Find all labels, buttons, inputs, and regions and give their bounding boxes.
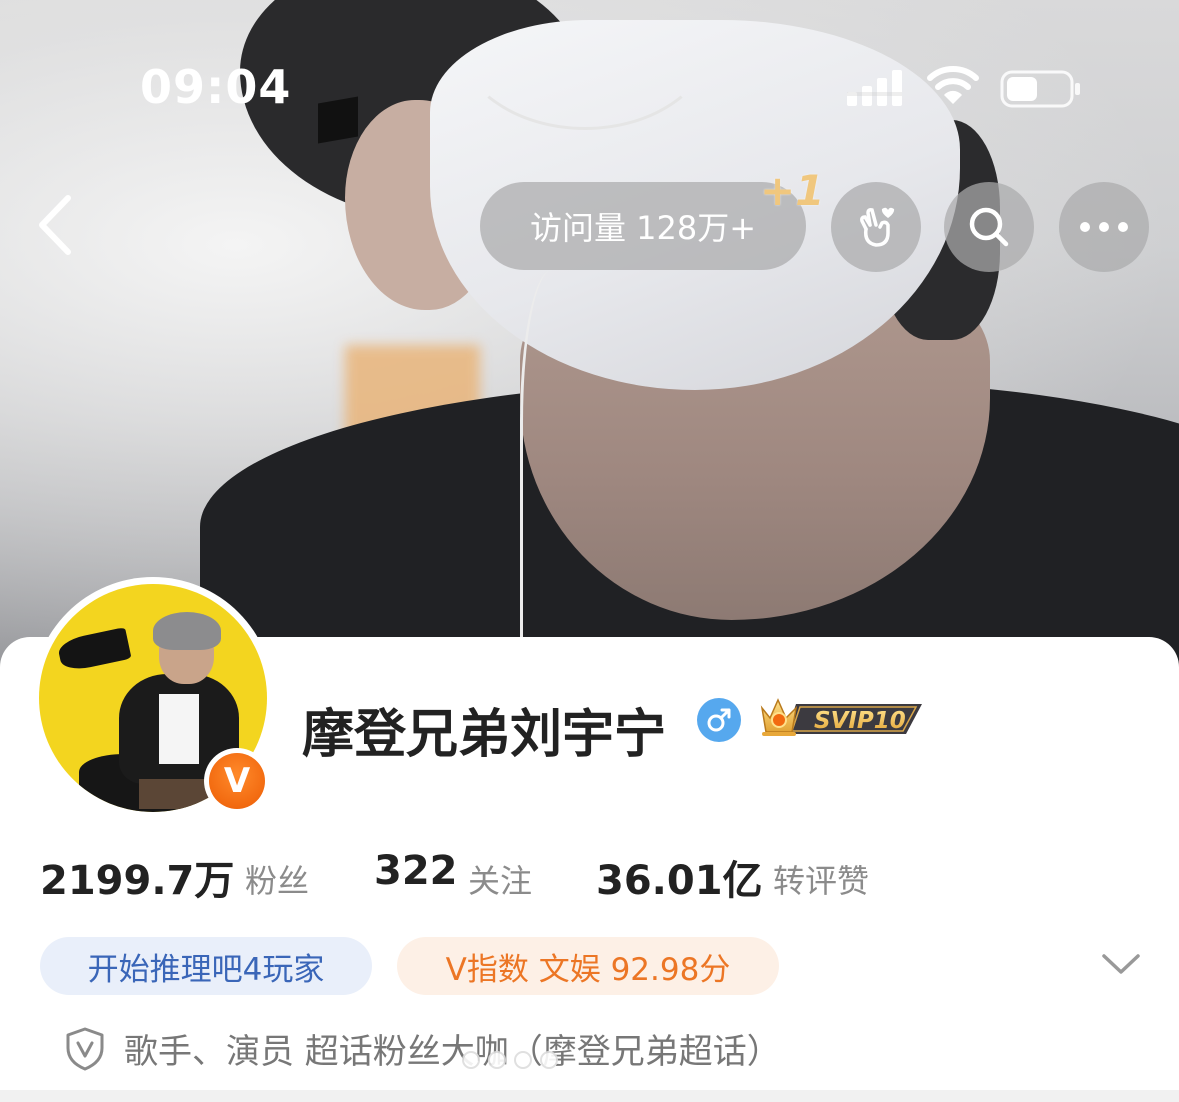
cellular-signal-icon xyxy=(847,70,902,106)
cover-glasses xyxy=(318,96,358,144)
search-button[interactable] xyxy=(944,182,1034,272)
interactions-count: 36.01亿 xyxy=(596,858,763,904)
svip-badge[interactable]: SVIP10 xyxy=(756,690,926,746)
v-index-tag[interactable]: V指数 文娱 92.98分 xyxy=(397,937,779,995)
more-button[interactable] xyxy=(1059,182,1149,272)
plus-one-badge: +1 xyxy=(760,166,825,215)
avatar-hair-dryer xyxy=(56,627,132,673)
following-label: 关注 xyxy=(468,862,533,900)
game-tag[interactable]: 开始推理吧4玩家 xyxy=(40,937,372,995)
verified-v-icon: V xyxy=(209,753,265,809)
status-time: 09:04 xyxy=(140,60,292,114)
interactions-label: 转评赞 xyxy=(773,862,870,900)
heart-hand-icon xyxy=(860,207,895,247)
username: 摩登兄弟刘宇宁 xyxy=(302,705,667,765)
like-button[interactable] xyxy=(831,182,921,272)
male-icon xyxy=(697,698,741,742)
visits-counter-button[interactable]: 访问量 128万+ xyxy=(480,182,806,270)
verified-badge: V xyxy=(204,748,270,814)
avatar-hair xyxy=(153,612,221,650)
avatar-shirt xyxy=(159,694,199,764)
followers-label: 粉丝 xyxy=(245,862,310,900)
back-button[interactable] xyxy=(28,190,88,260)
following-count: 322 xyxy=(374,848,458,894)
chevron-down-icon[interactable] xyxy=(1100,948,1142,982)
more-icon xyxy=(1080,222,1128,232)
shield-v-icon xyxy=(66,1027,104,1071)
visits-label: 访问量 128万+ xyxy=(529,209,757,247)
profile-stats: 2199.7万 粉丝 322 关注 36.01亿 转评赞 xyxy=(40,848,940,904)
image-watermark xyxy=(462,1040,580,1080)
search-icon xyxy=(969,207,1009,247)
wifi-icon xyxy=(927,66,979,104)
cover-earphone-wire xyxy=(520,270,600,650)
followers-count: 2199.7万 xyxy=(40,858,235,904)
bottom-divider xyxy=(0,1090,1179,1102)
battery-icon xyxy=(1000,70,1080,108)
svip-level-text: SVIP10 xyxy=(814,708,906,734)
male-symbol-icon xyxy=(707,708,731,732)
